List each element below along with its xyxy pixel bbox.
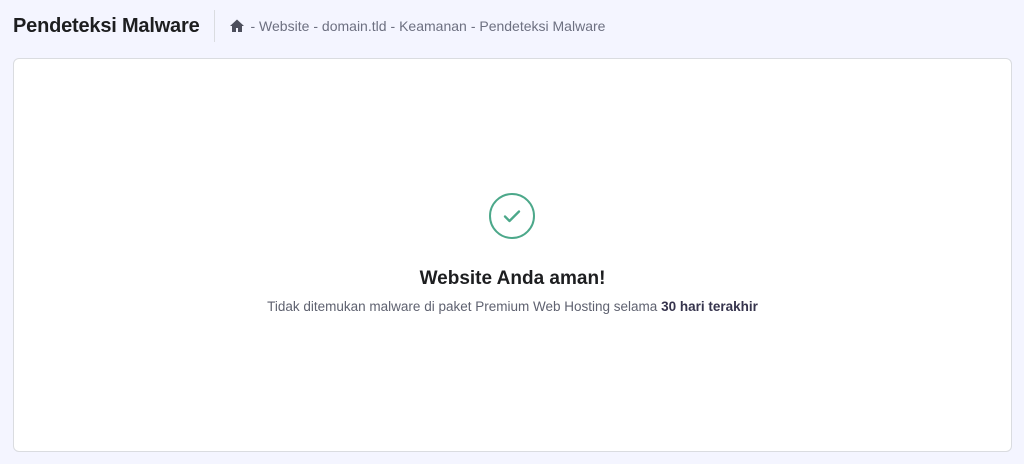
status-message: Tidak ditemukan malware di paket Premium… bbox=[14, 299, 1011, 314]
breadcrumb: - Website - domain.tld - Keamanan - Pend… bbox=[229, 18, 610, 34]
breadcrumb-website[interactable]: - Website bbox=[251, 18, 310, 34]
divider bbox=[213, 10, 215, 42]
page-header: Pendeteksi Malware - Website - domain.tl… bbox=[13, 10, 609, 42]
check-circle-icon bbox=[489, 193, 535, 239]
breadcrumb-domain[interactable]: - domain.tld bbox=[313, 18, 386, 34]
breadcrumb-current: - Pendeteksi Malware bbox=[470, 18, 606, 34]
page-title: Pendeteksi Malware bbox=[13, 14, 200, 37]
status-card: Website Anda aman! Tidak ditemukan malwa… bbox=[13, 58, 1012, 452]
status-message-text: Tidak ditemukan malware di paket Premium… bbox=[267, 299, 658, 314]
status-period: 30 hari terakhir bbox=[661, 299, 758, 314]
breadcrumb-keamanan[interactable]: - Keamanan bbox=[391, 18, 467, 34]
home-icon[interactable] bbox=[229, 18, 245, 34]
status-title: Website Anda aman! bbox=[419, 268, 606, 289]
